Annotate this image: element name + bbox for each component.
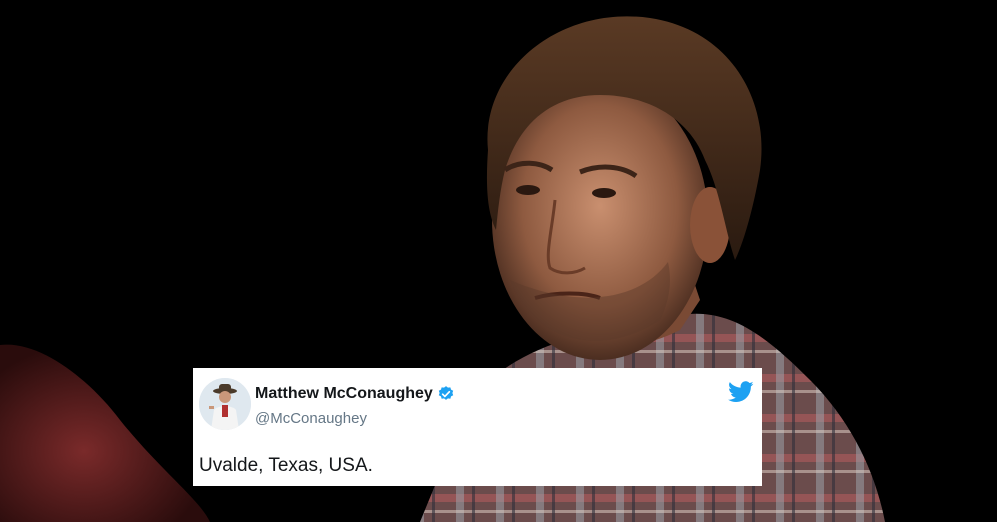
twitter-bird-icon[interactable] (728, 381, 754, 403)
display-name[interactable]: Matthew McConaughey (255, 385, 433, 403)
avatar[interactable] (199, 378, 251, 430)
handle[interactable]: @McConaughey (255, 410, 367, 427)
verified-badge-icon (438, 386, 453, 400)
tweet-card[interactable]: Matthew McConaughey @McConaughey Uvalde,… (193, 368, 762, 486)
tweet-text: Uvalde, Texas, USA. (199, 455, 373, 476)
avatar-image (199, 378, 251, 430)
